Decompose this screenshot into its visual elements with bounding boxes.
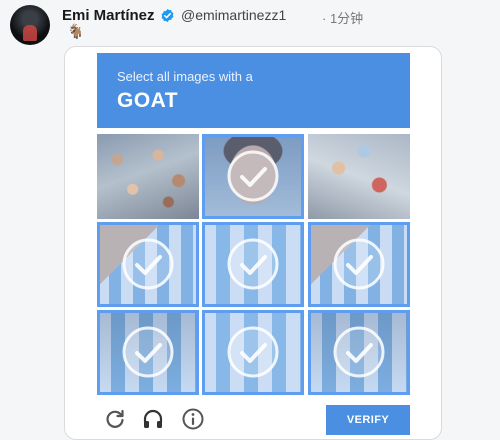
tile-image [308,134,410,219]
tile-image [97,134,199,219]
info-icon[interactable] [181,407,205,431]
check-icon [227,326,279,378]
captcha-tile[interactable] [308,134,410,219]
captcha-tile[interactable] [308,310,410,395]
post-time[interactable]: · 1分钟 [322,8,363,27]
captcha-tile[interactable] [202,222,304,307]
verify-button[interactable]: VERIFY [326,405,410,435]
audio-icon[interactable] [141,407,165,431]
goat-emoji: 🐐 [67,23,85,39]
author-name[interactable]: Emi Martínez [62,7,155,24]
captcha-card: Select all images with a GOAT VERIFY [64,46,442,440]
author-handle[interactable]: @emimartinezz1 [181,7,286,23]
check-icon [227,238,279,290]
avatar[interactable] [10,5,50,45]
captcha-tile[interactable] [97,134,199,219]
tile-grid [97,134,410,396]
check-icon [122,238,174,290]
captcha-instruction: Select all images with a [117,69,253,84]
check-icon [122,326,174,378]
captcha-header: Select all images with a GOAT [97,53,410,128]
captcha-footer: VERIFY [97,399,410,435]
captcha-tile[interactable] [202,134,304,219]
captcha-tile[interactable] [97,310,199,395]
captcha-target: GOAT [117,89,179,112]
captcha-tile[interactable] [308,222,410,307]
captcha-tile[interactable] [202,310,304,395]
check-icon [227,150,279,202]
captcha-tile[interactable] [97,222,199,307]
post-header: Emi Martínez @emimartinezz1 · 1分钟 🐐 [0,0,500,46]
check-icon [333,238,385,290]
verified-badge-icon [161,8,174,23]
check-icon [333,326,385,378]
reload-icon[interactable] [103,407,127,431]
